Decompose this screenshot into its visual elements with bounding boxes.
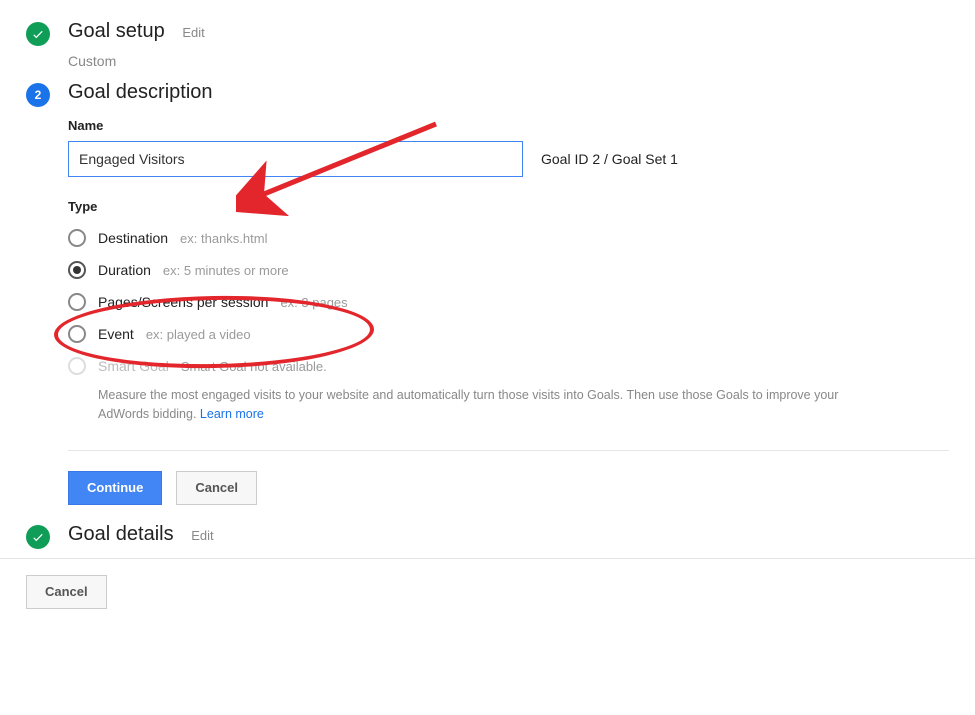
radio-hint-destination: ex: thanks.html (180, 231, 267, 246)
radio-label-duration: Duration (98, 262, 151, 278)
step-details-title: Goal details (68, 523, 174, 545)
radio-icon[interactable] (68, 229, 86, 247)
step-goal-description: 2 Goal description Name Goal ID 2 / Goal… (26, 81, 949, 505)
divider (68, 450, 949, 451)
step-setup-subtitle: Custom (68, 53, 949, 69)
edit-setup-link[interactable]: Edit (182, 25, 204, 40)
goal-id-label: Goal ID 2 / Goal Set 1 (541, 151, 678, 167)
radio-hint-smart: Smart Goal not available. (181, 359, 327, 374)
radio-hint-event: ex: played a video (146, 327, 251, 342)
bottom-bar: Cancel (0, 558, 975, 609)
radio-row-duration[interactable]: Duration ex: 5 minutes or more (68, 254, 949, 286)
step-number-badge: 2 (26, 83, 50, 107)
goal-name-input[interactable] (68, 141, 523, 177)
step-setup-title: Goal setup (68, 20, 165, 42)
radio-row-pages[interactable]: Pages/Screens per session ex: 3 pages (68, 286, 949, 318)
radio-row-event[interactable]: Event ex: played a video (68, 318, 949, 350)
name-row: Goal ID 2 / Goal Set 1 (68, 141, 949, 177)
edit-details-link[interactable]: Edit (191, 528, 213, 543)
type-label: Type (68, 199, 949, 214)
step-goal-details: Goal details Edit (26, 523, 949, 546)
bottom-cancel-button[interactable]: Cancel (26, 575, 107, 609)
radio-icon[interactable] (68, 261, 86, 279)
learn-more-link[interactable]: Learn more (200, 407, 264, 421)
goal-wizard: Goal setup Edit Custom 2 Goal descriptio… (26, 20, 949, 609)
step-goal-setup: Goal setup Edit Custom (26, 20, 949, 69)
radio-hint-pages: ex: 3 pages (280, 295, 347, 310)
step-buttons: Continue Cancel (68, 471, 949, 505)
smart-goal-description: Measure the most engaged visits to your … (68, 386, 888, 424)
goal-type-list: Destination ex: thanks.html Duration ex:… (68, 222, 949, 424)
name-label: Name (68, 118, 949, 133)
radio-label-smart: Smart Goal (98, 358, 169, 374)
radio-hint-duration: ex: 5 minutes or more (163, 263, 289, 278)
radio-icon[interactable] (68, 293, 86, 311)
radio-label-pages: Pages/Screens per session (98, 294, 268, 310)
step-description-title: Goal description (68, 81, 213, 103)
radio-row-smart: Smart Goal Smart Goal not available. (68, 350, 949, 382)
radio-label-event: Event (98, 326, 134, 342)
check-icon (26, 22, 50, 46)
continue-button[interactable]: Continue (68, 471, 162, 505)
check-icon (26, 525, 50, 549)
radio-icon[interactable] (68, 325, 86, 343)
cancel-button[interactable]: Cancel (176, 471, 257, 505)
radio-icon (68, 357, 86, 375)
radio-row-destination[interactable]: Destination ex: thanks.html (68, 222, 949, 254)
radio-label-destination: Destination (98, 230, 168, 246)
